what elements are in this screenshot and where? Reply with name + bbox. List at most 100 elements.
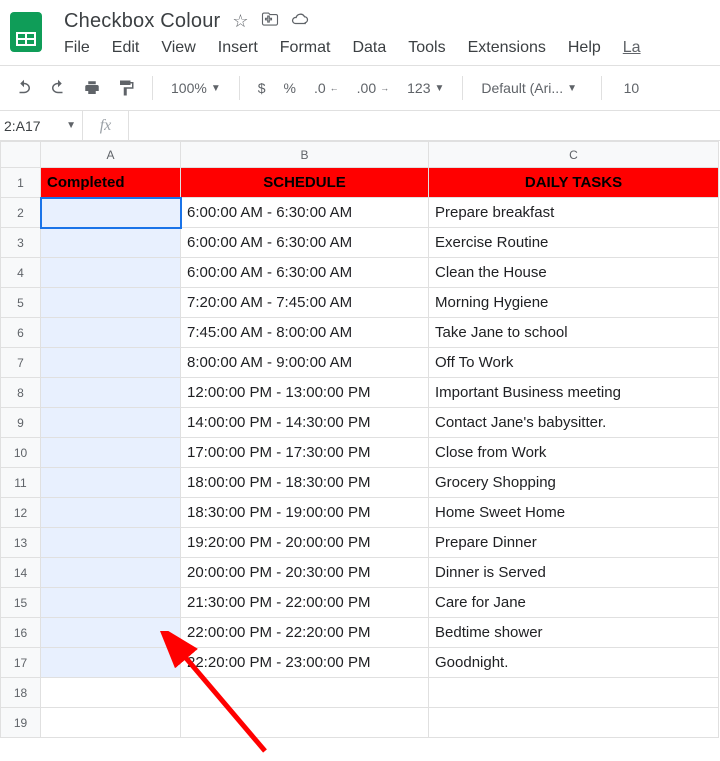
menu-format[interactable]: Format bbox=[280, 39, 331, 57]
cell-B19[interactable] bbox=[181, 708, 429, 738]
move-folder-icon[interactable] bbox=[261, 10, 279, 33]
star-icon[interactable]: ☆ bbox=[232, 11, 248, 32]
cell-C15[interactable]: Care for Jane bbox=[429, 588, 719, 618]
formula-input[interactable] bbox=[129, 111, 720, 141]
cell-C18[interactable] bbox=[429, 678, 719, 708]
cell-C12[interactable]: Home Sweet Home bbox=[429, 498, 719, 528]
cell-B7[interactable]: 8:00:00 AM - 9:00:00 AM bbox=[181, 348, 429, 378]
col-header-C[interactable]: C bbox=[429, 142, 719, 168]
cell-A6[interactable] bbox=[41, 318, 181, 348]
currency-button[interactable]: $ bbox=[254, 80, 270, 96]
row-header-12[interactable]: 12 bbox=[1, 498, 41, 528]
cell-C3[interactable]: Exercise Routine bbox=[429, 228, 719, 258]
menu-edit[interactable]: Edit bbox=[112, 39, 140, 57]
cell-C9[interactable]: Contact Jane's babysitter. bbox=[429, 408, 719, 438]
cell-B4[interactable]: 6:00:00 AM - 6:30:00 AM bbox=[181, 258, 429, 288]
cell-C8[interactable]: Important Business meeting bbox=[429, 378, 719, 408]
cell-C16[interactable]: Bedtime shower bbox=[429, 618, 719, 648]
cell-B10[interactable]: 17:00:00 PM - 17:30:00 PM bbox=[181, 438, 429, 468]
menu-extensions[interactable]: Extensions bbox=[468, 39, 546, 57]
cell-C10[interactable]: Close from Work bbox=[429, 438, 719, 468]
row-header-4[interactable]: 4 bbox=[1, 258, 41, 288]
row-header-7[interactable]: 7 bbox=[1, 348, 41, 378]
cell-A19[interactable] bbox=[41, 708, 181, 738]
row-header-6[interactable]: 6 bbox=[1, 318, 41, 348]
cell-A2[interactable] bbox=[41, 198, 181, 228]
percent-button[interactable]: % bbox=[280, 80, 300, 96]
menu-help[interactable]: Help bbox=[568, 39, 601, 57]
increase-decimal-button[interactable]: .00→ bbox=[353, 80, 393, 96]
cell-C17[interactable]: Goodnight. bbox=[429, 648, 719, 678]
cell-A17[interactable] bbox=[41, 648, 181, 678]
cell-A14[interactable] bbox=[41, 558, 181, 588]
row-header-2[interactable]: 2 bbox=[1, 198, 41, 228]
print-button[interactable] bbox=[80, 76, 104, 100]
cell-B1[interactable]: SCHEDULE bbox=[181, 168, 429, 198]
decrease-decimal-button[interactable]: .0← bbox=[310, 80, 343, 96]
zoom-select[interactable]: 100%▼ bbox=[167, 80, 225, 96]
cloud-status-icon[interactable] bbox=[291, 10, 309, 33]
cell-B14[interactable]: 20:00:00 PM - 20:30:00 PM bbox=[181, 558, 429, 588]
cell-B3[interactable]: 6:00:00 AM - 6:30:00 AM bbox=[181, 228, 429, 258]
font-select[interactable]: Default (Ari...▼ bbox=[477, 80, 587, 96]
cell-B15[interactable]: 21:30:00 PM - 22:00:00 PM bbox=[181, 588, 429, 618]
row-header-5[interactable]: 5 bbox=[1, 288, 41, 318]
row-header-9[interactable]: 9 bbox=[1, 408, 41, 438]
menu-view[interactable]: View bbox=[161, 39, 195, 57]
menu-data[interactable]: Data bbox=[352, 39, 386, 57]
menu-more[interactable]: La bbox=[623, 39, 641, 57]
cell-A13[interactable] bbox=[41, 528, 181, 558]
cell-C7[interactable]: Off To Work bbox=[429, 348, 719, 378]
cell-A15[interactable] bbox=[41, 588, 181, 618]
cell-A12[interactable] bbox=[41, 498, 181, 528]
cell-B18[interactable] bbox=[181, 678, 429, 708]
row-header-8[interactable]: 8 bbox=[1, 378, 41, 408]
cell-B11[interactable]: 18:00:00 PM - 18:30:00 PM bbox=[181, 468, 429, 498]
cell-C14[interactable]: Dinner is Served bbox=[429, 558, 719, 588]
row-header-18[interactable]: 18 bbox=[1, 678, 41, 708]
cell-B12[interactable]: 18:30:00 PM - 19:00:00 PM bbox=[181, 498, 429, 528]
menu-file[interactable]: File bbox=[64, 39, 90, 57]
name-box[interactable]: 2:A17▼ bbox=[0, 111, 83, 141]
row-header-14[interactable]: 14 bbox=[1, 558, 41, 588]
cell-A4[interactable] bbox=[41, 258, 181, 288]
cell-B5[interactable]: 7:20:00 AM - 7:45:00 AM bbox=[181, 288, 429, 318]
cell-B6[interactable]: 7:45:00 AM - 8:00:00 AM bbox=[181, 318, 429, 348]
cell-A9[interactable] bbox=[41, 408, 181, 438]
spreadsheet-grid[interactable]: ABC1CompletedSCHEDULEDAILY TASKS26:00:00… bbox=[0, 141, 720, 738]
cell-A7[interactable] bbox=[41, 348, 181, 378]
cell-C4[interactable]: Clean the House bbox=[429, 258, 719, 288]
number-format-select[interactable]: 123▼ bbox=[403, 80, 448, 96]
row-header-16[interactable]: 16 bbox=[1, 618, 41, 648]
cell-C6[interactable]: Take Jane to school bbox=[429, 318, 719, 348]
cell-A16[interactable] bbox=[41, 618, 181, 648]
row-header-13[interactable]: 13 bbox=[1, 528, 41, 558]
cell-A10[interactable] bbox=[41, 438, 181, 468]
cell-A3[interactable] bbox=[41, 228, 181, 258]
menu-insert[interactable]: Insert bbox=[218, 39, 258, 57]
cell-B9[interactable]: 14:00:00 PM - 14:30:00 PM bbox=[181, 408, 429, 438]
paint-format-button[interactable] bbox=[114, 76, 138, 100]
doc-title[interactable]: Checkbox Colour bbox=[64, 10, 220, 33]
col-header-A[interactable]: A bbox=[41, 142, 181, 168]
cell-C5[interactable]: Morning Hygiene bbox=[429, 288, 719, 318]
row-header-19[interactable]: 19 bbox=[1, 708, 41, 738]
row-header-10[interactable]: 10 bbox=[1, 438, 41, 468]
cell-B2[interactable]: 6:00:00 AM - 6:30:00 AM bbox=[181, 198, 429, 228]
cell-A8[interactable] bbox=[41, 378, 181, 408]
row-header-15[interactable]: 15 bbox=[1, 588, 41, 618]
cell-A18[interactable] bbox=[41, 678, 181, 708]
cell-B16[interactable]: 22:00:00 PM - 22:20:00 PM bbox=[181, 618, 429, 648]
menu-tools[interactable]: Tools bbox=[408, 39, 445, 57]
cell-C1[interactable]: DAILY TASKS bbox=[429, 168, 719, 198]
cell-A5[interactable] bbox=[41, 288, 181, 318]
redo-button[interactable] bbox=[46, 76, 70, 100]
row-header-3[interactable]: 3 bbox=[1, 228, 41, 258]
cell-B17[interactable]: 22:20:00 PM - 23:00:00 PM bbox=[181, 648, 429, 678]
cell-C19[interactable] bbox=[429, 708, 719, 738]
cell-C13[interactable]: Prepare Dinner bbox=[429, 528, 719, 558]
select-all-corner[interactable] bbox=[1, 142, 41, 168]
cell-B8[interactable]: 12:00:00 PM - 13:00:00 PM bbox=[181, 378, 429, 408]
cell-C11[interactable]: Grocery Shopping bbox=[429, 468, 719, 498]
row-header-17[interactable]: 17 bbox=[1, 648, 41, 678]
